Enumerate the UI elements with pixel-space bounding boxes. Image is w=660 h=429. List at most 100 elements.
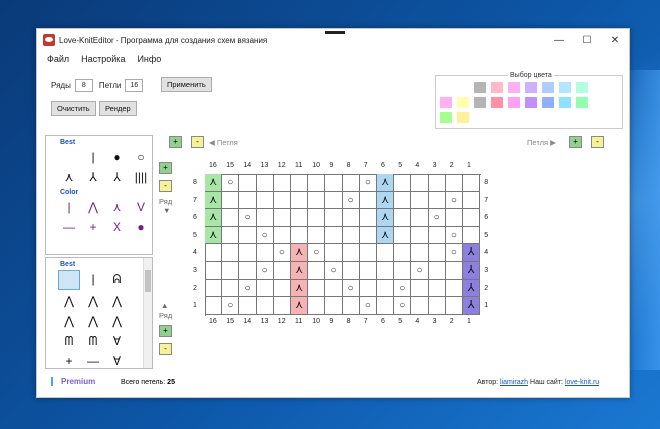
rows-input[interactable]: 8 (74, 79, 93, 92)
chart-cell[interactable] (239, 226, 257, 245)
remove-row-bottom-button[interactable]: - (159, 343, 172, 355)
chart-cell[interactable] (359, 209, 377, 227)
clear-button[interactable]: Очистить (51, 101, 96, 116)
chart-cell[interactable] (308, 279, 326, 298)
chart-cell[interactable] (222, 279, 240, 298)
chart-cell[interactable]: ⋏ (205, 191, 223, 210)
render-button[interactable]: Рендер (99, 101, 137, 116)
chart-cell[interactable]: ○ (394, 279, 412, 298)
color-swatch[interactable] (474, 82, 486, 93)
menu-file[interactable]: Файл (47, 54, 69, 64)
stitch-symbol[interactable]: ᕱ (106, 270, 128, 288)
chart-cell[interactable]: ○ (394, 297, 412, 315)
chart-cell[interactable] (463, 174, 481, 192)
chart-cell[interactable] (222, 262, 240, 280)
chart-cell[interactable] (428, 226, 446, 245)
chart-cell[interactable] (325, 174, 343, 192)
chart-cell[interactable] (205, 279, 223, 298)
chart-cell[interactable] (359, 226, 377, 245)
color-swatch[interactable] (491, 112, 503, 123)
color-swatch[interactable] (542, 112, 554, 123)
chart-cell[interactable] (291, 209, 309, 227)
stitch-symbol[interactable]: ● (130, 218, 152, 236)
chart-cell[interactable] (291, 191, 309, 210)
chart-cell[interactable] (445, 279, 463, 298)
chart-cell[interactable]: ○ (445, 226, 463, 245)
chart-cell[interactable] (411, 297, 429, 315)
chart-cell[interactable]: ⋏ (291, 244, 309, 262)
chart-cell[interactable]: ○ (239, 209, 257, 227)
stitch-symbol[interactable]: ⋀ (58, 292, 80, 310)
color-swatch[interactable] (440, 82, 452, 93)
menu-settings[interactable]: Настройка (81, 54, 125, 64)
stitch-symbol[interactable]: ⋀ (106, 312, 128, 330)
color-swatch[interactable] (576, 82, 588, 93)
chart-cell[interactable] (359, 279, 377, 298)
stitch-symbol[interactable]: ∀ (106, 332, 128, 350)
chart-cell[interactable] (342, 297, 360, 315)
stitch-symbol[interactable] (58, 148, 80, 166)
remove-row-top-button[interactable]: - (159, 180, 172, 192)
color-swatch[interactable] (559, 112, 571, 123)
chart-cell[interactable] (428, 262, 446, 280)
chart-cell[interactable] (342, 244, 360, 262)
chart-cell[interactable] (273, 191, 291, 210)
chart-cell[interactable] (325, 244, 343, 262)
chart-cell[interactable] (308, 297, 326, 315)
chart-cell[interactable]: ○ (256, 226, 274, 245)
chart-cell[interactable] (239, 191, 257, 210)
chart-cell[interactable] (256, 174, 274, 192)
color-swatch[interactable] (440, 97, 452, 108)
chart-cell[interactable] (377, 244, 395, 262)
chart-cell[interactable] (239, 244, 257, 262)
color-swatch[interactable] (559, 97, 571, 108)
chart-cell[interactable]: ⋏ (291, 262, 309, 280)
color-swatch[interactable] (457, 112, 469, 123)
chart-cell[interactable] (256, 209, 274, 227)
stitch-symbol[interactable] (58, 270, 80, 290)
chart-cell[interactable] (394, 226, 412, 245)
chart-cell[interactable] (308, 174, 326, 192)
chart-cell[interactable]: ○ (239, 279, 257, 298)
color-swatch[interactable] (508, 82, 520, 93)
row-down-icon[interactable]: ▼ (163, 206, 170, 215)
chart-cell[interactable] (291, 226, 309, 245)
color-swatch[interactable] (559, 82, 571, 93)
chart-cell[interactable] (411, 191, 429, 210)
chart-cell[interactable]: ○ (359, 174, 377, 192)
stitch-symbol[interactable]: ᗰ (82, 332, 104, 350)
chart-cell[interactable] (222, 191, 240, 210)
color-swatch[interactable] (542, 82, 554, 93)
chart-cell[interactable] (222, 209, 240, 227)
chart-cell[interactable]: ○ (445, 244, 463, 262)
stitch-symbol[interactable]: ⋏ (106, 198, 128, 216)
chart-cell[interactable]: ⋏ (377, 191, 395, 210)
chart-cell[interactable] (256, 297, 274, 315)
chart-cell[interactable] (428, 191, 446, 210)
chart-cell[interactable] (445, 174, 463, 192)
chart-cell[interactable] (359, 262, 377, 280)
chart-cell[interactable] (273, 297, 291, 315)
chart-cell[interactable] (308, 226, 326, 245)
chart-cell[interactable] (239, 174, 257, 192)
stitch-symbol[interactable]: ⋀ (106, 292, 128, 310)
chart-cell[interactable] (411, 174, 429, 192)
chart-cell[interactable]: ⋏ (291, 297, 309, 315)
chart-cell[interactable] (342, 226, 360, 245)
chart-cell[interactable] (291, 174, 309, 192)
chart-cell[interactable]: ⋏ (291, 279, 309, 298)
chart-cell[interactable] (411, 244, 429, 262)
row-up-icon[interactable]: ▲ (161, 301, 168, 310)
chart-cell[interactable] (394, 174, 412, 192)
stitch-symbol[interactable]: ⋀ (82, 198, 104, 216)
chart-cell[interactable] (325, 226, 343, 245)
chart-cell[interactable] (222, 244, 240, 262)
chart-cell[interactable] (325, 279, 343, 298)
chart-cell[interactable]: ⋏ (205, 226, 223, 245)
chart-cell[interactable]: ⋏ (205, 209, 223, 227)
chart-cell[interactable] (273, 279, 291, 298)
chart-cell[interactable] (325, 297, 343, 315)
chart-cell[interactable] (256, 279, 274, 298)
chart-cell[interactable]: ⋏ (377, 174, 395, 192)
chart-cell[interactable]: ⅄ (463, 297, 481, 315)
